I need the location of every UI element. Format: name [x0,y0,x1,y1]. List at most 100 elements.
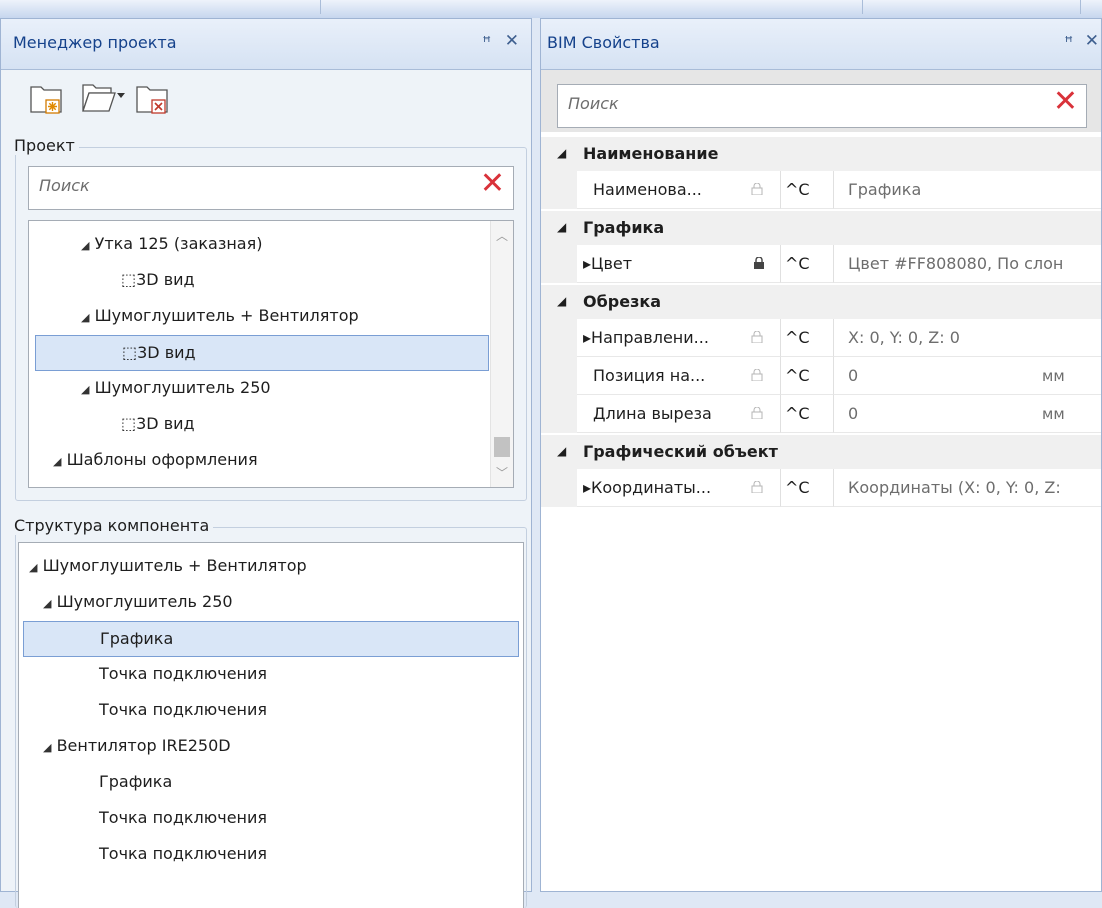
tree-item[interactable]: Точка подключения [19,693,523,729]
tree-item-label: Шаблоны оформления [66,450,258,469]
project-search-input[interactable]: Поиск ✕ [28,166,514,210]
flag-text: ^C [785,404,810,423]
tree-item[interactable]: ◢ Шумоглушитель + Вентилятор [19,549,523,585]
property-row[interactable]: Наименова... ^C Графика [541,171,1101,209]
close-icon[interactable]: ✕ [505,31,519,51]
property-value: Координаты (X: 0, Y: 0, Z: [848,478,1061,497]
project-manager-panel: Менеджер проекта ꟸ ✕ Проект Поиск ✕ ◢ Ут… [0,18,532,908]
clear-search-icon[interactable]: ✕ [1053,87,1078,117]
tree-item-label: Утка 125 (заказная) [94,234,263,253]
scroll-down-icon[interactable]: ﹀ [496,464,508,481]
tree-item[interactable]: Точка подключения [19,801,523,837]
property-value: X: 0, Y: 0, Z: 0 [848,328,960,347]
category-row[interactable]: ◢ Графика [541,211,1101,245]
property-row[interactable]: Позиция на... ^C 0 мм [541,357,1101,395]
property-value: 0 [848,404,859,423]
expand-triangle-icon[interactable]: ◢ [81,239,89,252]
tree-item[interactable]: ◢ Шаблоны оформления [29,443,513,479]
tree-item-selected[interactable]: Графика [23,621,519,657]
lock-open-icon[interactable] [751,369,763,381]
collapse-triangle-icon[interactable]: ◢ [557,146,566,160]
tree-item[interactable]: ⬚3D вид [29,263,513,299]
expand-triangle-icon[interactable]: ◢ [81,383,89,396]
property-row[interactable]: Длина выреза ^C 0 мм [541,395,1101,433]
lock-open-icon[interactable] [751,331,763,343]
expand-arrow-icon[interactable]: ▸ [583,478,591,497]
tree-item[interactable]: ◢ Утка 125 (заказная) [29,227,513,263]
tree-item[interactable]: ⬚3D вид [29,407,513,443]
tree-item[interactable]: ◢ Вентилятор IRE250D [19,729,523,765]
panel-header: Менеджер проекта ꟸ ✕ [1,19,531,70]
cube-icon: ⬚ [122,343,138,362]
property-row[interactable]: ▸Цвет ^C Цвет #FF808080, По слон [541,245,1101,283]
project-tree: ◢ Утка 125 (заказная) ⬚3D вид ◢ Шумоглуш… [28,220,514,488]
clear-search-icon[interactable]: ✕ [480,169,505,199]
scroll-up-icon[interactable]: ︿ [496,227,508,244]
pin-icon[interactable]: ꟸ [482,33,491,51]
tree-item-label: Шумоглушитель + Вентилятор [94,306,359,325]
expand-triangle-icon[interactable]: ◢ [53,455,61,468]
property-name: Длина выреза [593,404,712,423]
expand-triangle-icon[interactable]: ◢ [29,561,37,574]
expand-arrow-icon[interactable]: ▸ [583,254,591,273]
lock-open-icon[interactable] [751,481,763,493]
open-folder-icon [82,84,125,112]
search-placeholder: Поиск [39,176,90,195]
tree-item[interactable]: ◢ Шумоглушитель 250 [19,585,523,621]
close-project-button[interactable] [135,81,169,119]
component-structure-tree: ◢ Шумоглушитель + Вентилятор ◢ Шумоглуши… [18,542,524,908]
open-project-button[interactable] [81,81,125,119]
property-value: Графика [848,180,922,199]
tree-item-label: Точка подключения [99,700,268,719]
tree-item-label: Шумоглушитель 250 [56,592,233,611]
pin-icon[interactable]: ꟸ [1064,33,1073,51]
property-row[interactable]: ▸Направлени... ^C X: 0, Y: 0, Z: 0 [541,319,1101,357]
category-row[interactable]: ◢ Обрезка [541,285,1101,319]
category-name: Обрезка [583,292,662,311]
top-tab-strip [0,0,1102,18]
tree-item-selected[interactable]: ⬚3D вид [35,335,489,371]
property-name: Позиция на... [593,366,706,385]
properties-search-input[interactable]: Поиск ✕ [557,84,1087,128]
property-name: Направлени... [591,328,709,347]
lock-open-icon[interactable] [751,183,763,195]
lock-open-icon[interactable] [751,407,763,419]
structure-group-label: Структура компонента [10,516,214,535]
lock-closed-icon[interactable] [753,257,765,269]
new-project-button[interactable] [29,81,63,119]
flag-text: ^C [785,366,810,385]
component-structure-group: Структура компонента ◢ Шумоглушитель + В… [10,516,527,908]
category-row[interactable]: ◢ Наименование [541,137,1101,171]
tree-item[interactable]: ◢ Шумоглушитель 250 [29,371,513,407]
tree-item[interactable]: ◢ Шумоглушитель + Вентилятор [29,299,513,335]
tree-item-label: Вентилятор IRE250D [56,736,231,755]
top-tab-segment [322,0,863,14]
category-row[interactable]: ◢ Графический объект [541,435,1101,469]
tree-item[interactable]: Графика [19,765,523,801]
expand-triangle-icon[interactable]: ◢ [81,311,89,324]
category-name: Графический объект [583,442,778,461]
expand-triangle-icon[interactable]: ◢ [43,741,51,754]
tree-item-label: 3D вид [137,343,196,362]
expand-arrow-icon[interactable]: ▸ [583,328,591,347]
collapse-triangle-icon[interactable]: ◢ [557,220,566,234]
close-icon[interactable]: ✕ [1085,31,1099,51]
project-group: Проект Поиск ✕ ◢ Утка 125 (заказная) ⬚3D… [10,136,527,501]
panel-header: BIM Свойства ꟸ ✕ [541,19,1101,70]
flag-text: ^C [785,254,810,273]
top-tab-segment [0,0,321,14]
expand-triangle-icon[interactable]: ◢ [43,597,51,610]
scrollbar-thumb[interactable] [494,437,510,457]
flag-text: ^C [785,180,810,199]
collapse-triangle-icon[interactable]: ◢ [557,294,566,308]
property-row[interactable]: ▸Координаты... ^C Координаты (X: 0, Y: 0… [541,469,1101,507]
vertical-scrollbar[interactable]: ︿ ﹀ [490,221,513,487]
unit-label: мм [1042,367,1065,385]
collapse-triangle-icon[interactable]: ◢ [557,444,566,458]
tree-item-label: Точка подключения [99,844,268,863]
tree-item[interactable]: Точка подключения [19,657,523,693]
tree-item-label: Графика [99,772,173,791]
flag-text: ^C [785,478,810,497]
properties-search-bar: Поиск ✕ [541,70,1101,132]
tree-item[interactable]: Точка подключения [19,837,523,873]
